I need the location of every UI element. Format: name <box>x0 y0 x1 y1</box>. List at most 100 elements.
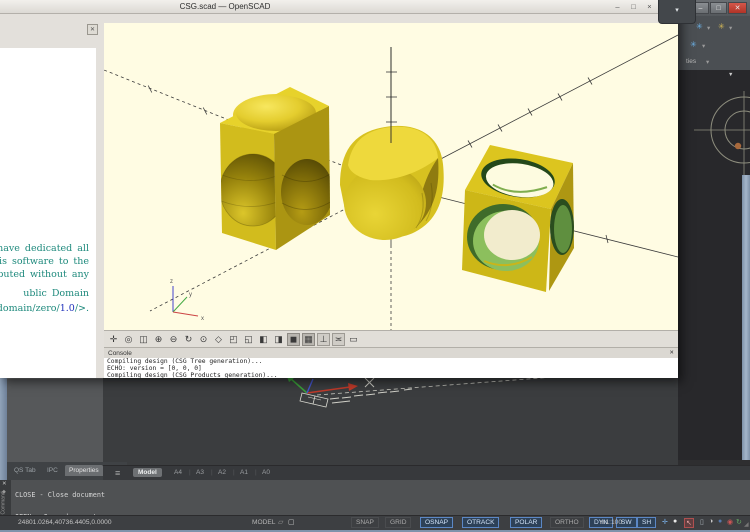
annotation-scale-icon[interactable]: ▱ <box>278 518 283 526</box>
toggle-osnap[interactable]: OSNAP <box>420 517 454 528</box>
overlay-panel-tab[interactable]: ▾ <box>658 0 696 24</box>
refresh-icon[interactable]: ↻ <box>736 518 742 526</box>
editor-close-icon[interactable]: ✕ <box>87 24 98 35</box>
palette-left-border <box>0 378 7 480</box>
overlay-dropdown-icon: ▾ <box>675 7 679 14</box>
console-header[interactable]: Console ✕ <box>104 347 678 358</box>
tab-a2[interactable]: A2 <box>213 468 231 477</box>
csg-union-object <box>220 87 330 250</box>
model-space-label[interactable]: MODEL <box>252 519 275 526</box>
editor-text-line: this software to the <box>0 256 89 267</box>
toggle-polar[interactable]: POLAR <box>510 517 543 528</box>
axis-y-label: y <box>189 292 192 298</box>
tab-a1[interactable]: A1 <box>235 468 253 477</box>
tab-a3[interactable]: A3 <box>191 468 209 477</box>
coordinates-readout: 24801.0264,40736.4405,0.0000 <box>18 519 112 526</box>
tab-properties[interactable]: Properties <box>65 465 103 476</box>
sheet-icon[interactable]: ▢ <box>288 518 295 526</box>
csg-intersection-object <box>340 125 444 240</box>
tab-a0[interactable]: A0 <box>257 468 275 477</box>
zoom-all-icon[interactable]: ◎ <box>122 333 135 346</box>
cad-maximize-button[interactable]: □ <box>710 2 727 14</box>
surfaces-icon[interactable]: ◼ <box>287 332 300 346</box>
zoom-in-icon[interactable]: ⊕ <box>152 333 165 346</box>
3d-viewport[interactable]: z y x <box>103 23 679 330</box>
csg-scene: z y x <box>103 34 679 330</box>
show-axes-icon[interactable]: ⊥ <box>317 332 330 346</box>
toggle-grid[interactable]: GRID <box>385 517 412 528</box>
scale-readout: m1:100 <box>600 519 622 526</box>
sheet-tab-bar: ≡ Model A4 | A3 | A2 | A1 | A0 <box>103 465 750 480</box>
console-output[interactable]: Compiling design (CSG Tree generation)..… <box>104 358 678 378</box>
show-edges-icon[interactable]: ▭ <box>347 333 360 346</box>
smart-cursor-icon[interactable]: ✛ <box>662 518 668 526</box>
pan-icon[interactable]: ◑ <box>709 518 713 525</box>
cad-right-canvas: ▼ <box>676 70 750 460</box>
ribbon-dropdown-icon[interactable]: ▾ <box>707 24 710 32</box>
tab-model[interactable]: Model <box>133 468 162 477</box>
toggle-otrack[interactable]: OTRACK <box>462 517 500 528</box>
left-view-icon[interactable]: ◧ <box>257 333 270 346</box>
ribbon-tool-icon[interactable]: ✳ <box>696 22 703 31</box>
openscad-titlebar[interactable]: CSG.scad — OpenSCAD – □ × <box>0 0 678 14</box>
minimize-button[interactable]: – <box>610 2 625 12</box>
command-dock-bar: ✕ ◆ Command <box>0 480 11 515</box>
axis-z-label: z <box>170 279 173 285</box>
command-console[interactable]: ✕ ◆ Command CLOSE - Close document OPEN … <box>0 480 750 515</box>
screen: { "colors": { "viewport_bg": "#fffce3", … <box>0 0 750 532</box>
axis-x-label: x <box>201 316 204 322</box>
esnap-highlight-icon[interactable]: ↖ <box>684 518 694 528</box>
toggle-ortho[interactable]: ORTHO <box>550 517 584 528</box>
ribbon-group-label: ties <box>686 58 697 65</box>
cad-close-button[interactable]: ✕ <box>728 2 747 14</box>
command-dock-title: Command <box>0 491 7 515</box>
ribbon-group-dropdown-icon[interactable]: ▾ <box>706 58 709 66</box>
close-button[interactable]: × <box>642 2 657 12</box>
toggle-sh[interactable]: SH <box>637 517 657 528</box>
orthogonal-icon[interactable]: ◇ <box>212 333 225 346</box>
properties-palette <box>7 378 103 462</box>
console-line: Compiling design (CSG Products generatio… <box>107 371 278 378</box>
wireframe-icon[interactable]: ▦ <box>302 332 315 346</box>
csg-difference-object <box>462 145 574 292</box>
right-scrollbar[interactable] <box>742 175 750 460</box>
tab-ipc[interactable]: IPC <box>43 465 62 476</box>
openscad-window: CSG.scad — OpenSCAD – □ × ✕ have dedicat… <box>0 0 679 378</box>
command-history: CLOSE - Close document OPEN - Open docum… <box>15 480 745 515</box>
bottom-view-icon[interactable]: ◱ <box>242 333 255 346</box>
console-close-icon[interactable]: ✕ <box>669 350 674 356</box>
top-view-icon[interactable]: ◰ <box>227 333 240 346</box>
zoom-out-icon[interactable]: ⊖ <box>167 333 180 346</box>
show-scale-markers-icon[interactable]: ≍ <box>332 332 345 346</box>
reset-view-icon[interactable]: ↻ <box>182 333 195 346</box>
ribbon-tool-icon[interactable]: ✳ <box>690 40 697 49</box>
record-icon[interactable]: ◉ <box>727 518 733 526</box>
editor-number-token: 1.0 <box>59 303 75 314</box>
editor-text-line: have dedicated all <box>0 243 89 254</box>
editor-text-line: ributed without any <box>0 269 89 280</box>
resize-grip[interactable]: ◢ <box>744 521 749 528</box>
maximize-button[interactable]: □ <box>626 2 641 12</box>
ribbon-dropdown-icon[interactable]: ▾ <box>729 24 732 32</box>
perspective-icon[interactable]: ⊙ <box>197 333 210 346</box>
command-dock-close-icon[interactable]: ✕ <box>2 481 7 487</box>
cad-statusbar: 24801.0264,40736.4405,0.0000 SNAP GRID O… <box>0 515 750 530</box>
tab-a4[interactable]: A4 <box>169 468 187 477</box>
right-view-icon[interactable]: ◨ <box>272 333 285 346</box>
command-line: CLOSE - Close document <box>15 491 106 500</box>
editor-text-line: ublic Domain <box>23 288 89 299</box>
cad-ribbon: ✳ ▾ ✳ ▾ ✳ ▾ ties ▾ <box>676 16 750 71</box>
editor-pane[interactable]: have dedicated all this software to the … <box>0 48 96 378</box>
zoom-window-icon[interactable]: ◫ <box>137 333 150 346</box>
bulb-icon[interactable]: ● <box>673 518 677 525</box>
editor-link-pre: domain/zero/ <box>0 303 60 314</box>
ribbon-dropdown-icon[interactable]: ▾ <box>702 42 705 50</box>
toggle-snap[interactable]: SNAP <box>351 517 379 528</box>
canvas-dropdown-icon[interactable]: ▼ <box>728 72 733 78</box>
orbit-icon[interactable]: ● <box>718 518 722 525</box>
ribbon-tool-icon[interactable]: ✳ <box>718 22 725 31</box>
view-all-icon[interactable]: ✛ <box>107 333 120 346</box>
tab-qs[interactable]: QS Tab <box>10 465 40 476</box>
sheet-menu-icon[interactable]: ≡ <box>115 468 120 478</box>
clipboard-icon[interactable]: ▯ <box>700 518 704 526</box>
